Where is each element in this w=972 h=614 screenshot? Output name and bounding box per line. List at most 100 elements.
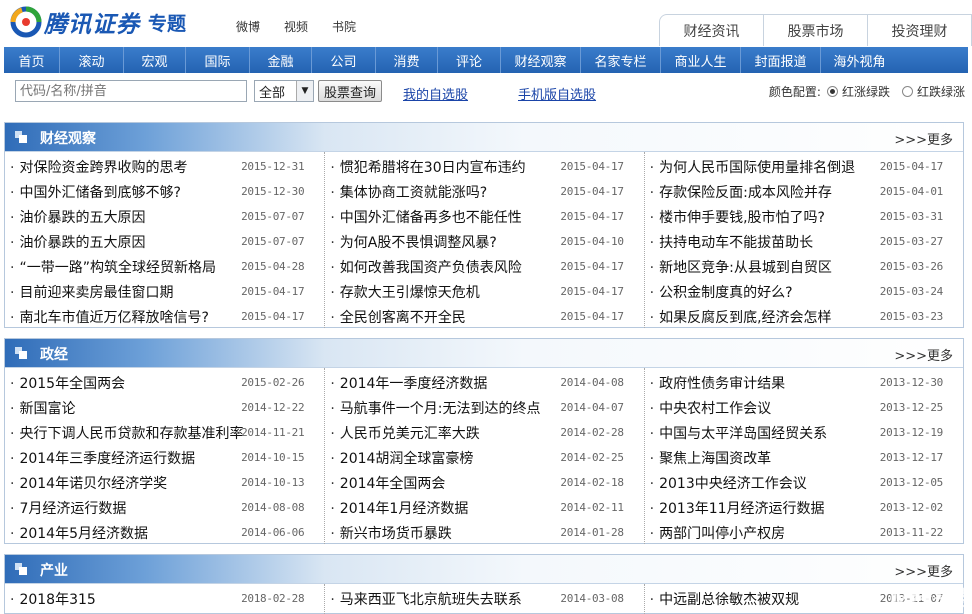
list-item: 两部门叫停小产权房 2013-11-22 bbox=[645, 519, 963, 544]
nav-item[interactable]: 金融 bbox=[250, 47, 312, 73]
list-item: 聚焦上海国资改革 2013-12-17 bbox=[645, 444, 963, 469]
section-header: 政经 >>>更多 bbox=[5, 339, 963, 368]
radio-red-down[interactable] bbox=[901, 86, 913, 97]
nav-item[interactable]: 宏观 bbox=[124, 47, 186, 73]
nav-item[interactable]: 财经观察 bbox=[501, 47, 581, 73]
article-link[interactable]: 马来西亚飞北京航班失去联系 bbox=[330, 589, 522, 609]
nav-item[interactable]: 封面报道 bbox=[741, 47, 821, 73]
article-link[interactable]: 2014年一季度经济数据 bbox=[330, 373, 488, 393]
radio-red-up[interactable] bbox=[826, 86, 838, 97]
nav-item[interactable]: 滚动 bbox=[60, 47, 124, 73]
nav-item[interactable]: 商业人生 bbox=[661, 47, 741, 73]
article-link[interactable]: 存款大王引爆惊天危机 bbox=[330, 282, 480, 302]
article-link[interactable]: 政府性债务审计结果 bbox=[650, 373, 785, 393]
nav-item[interactable]: 首页 bbox=[4, 47, 60, 73]
my-watchlist-link[interactable]: 我的自选股 bbox=[403, 84, 468, 103]
article-link[interactable]: 油价暴跌的五大原因 bbox=[10, 207, 145, 227]
list-item: 2018年315 2018-02-28 bbox=[5, 585, 324, 610]
nav-item[interactable]: 海外视角 bbox=[821, 47, 898, 73]
market-select[interactable]: 全部 ▼ bbox=[254, 80, 314, 102]
list-item: 2014年一季度经济数据 2014-04-08 bbox=[325, 369, 643, 394]
stock-query-button[interactable]: 股票查询 bbox=[318, 80, 382, 102]
article-column: 政府性债务审计结果 2013-12-30 中央农村工作会议 2013-12-25 中国与… bbox=[643, 368, 963, 544]
article-date: 2015-04-10 bbox=[560, 235, 624, 248]
article-link[interactable]: 全民创客离不开全民 bbox=[330, 307, 466, 327]
article-link[interactable]: 公积金制度真的好么? bbox=[650, 282, 792, 302]
article-link[interactable]: 中央农村工作会议 bbox=[650, 398, 771, 418]
article-link[interactable]: 中国外汇储备再多也不能任性 bbox=[330, 207, 522, 227]
weibo-link[interactable]: 微博 bbox=[236, 18, 260, 35]
chevron-down-icon[interactable]: ▼ bbox=[296, 81, 313, 101]
article-link[interactable]: 中国外汇储备到底够不够? bbox=[10, 182, 180, 202]
list-item: 惯犯希腊将在30日内宣布违约 2015-04-17 bbox=[325, 153, 643, 178]
list-item: 对保险资金跨界收购的思考 2015-12-31 bbox=[5, 153, 324, 178]
nav-item[interactable]: 名家专栏 bbox=[581, 47, 661, 73]
article-link[interactable]: 中远副总徐敏杰被双规 bbox=[650, 589, 799, 609]
article-link[interactable]: 两部门叫停小产权房 bbox=[650, 523, 785, 543]
article-link[interactable]: 2014年全国两会 bbox=[330, 473, 446, 493]
academy-link[interactable]: 书院 bbox=[332, 18, 356, 35]
section-panel: 政经 >>>更多 2015年全国两会 2015-02-26 新国富论 2014-12-22… bbox=[4, 338, 964, 544]
tencent-logo-icon bbox=[10, 6, 42, 38]
more-link[interactable]: >>>更多 bbox=[894, 345, 953, 364]
article-link[interactable]: 2018年315 bbox=[10, 589, 95, 609]
article-link[interactable]: 存款保险反面:成本风险并存 bbox=[650, 182, 832, 202]
article-link[interactable]: 2014年5月经济数据 bbox=[10, 523, 148, 543]
article-link[interactable]: 目前迎来卖房最佳窗口期 bbox=[10, 282, 173, 302]
article-link[interactable]: 7月经济运行数据 bbox=[10, 498, 126, 518]
tab-investment[interactable]: 投资理财 bbox=[867, 14, 972, 46]
channel-tabs: 财经资讯 股票市场 投资理财 bbox=[659, 14, 972, 46]
more-link[interactable]: >>>更多 bbox=[894, 561, 953, 580]
list-item: 2014年三季度经济运行数据 2014-10-15 bbox=[5, 444, 324, 469]
tencent-securities-logo[interactable]: 腾讯证券 专题 bbox=[10, 5, 186, 39]
article-link[interactable]: 集体协商工资就能涨吗? bbox=[330, 182, 487, 202]
article-link[interactable]: 2013中央经济工作会议 bbox=[650, 473, 807, 493]
article-link[interactable]: 2013年11月经济运行数据 bbox=[650, 498, 824, 518]
nav-item[interactable]: 公司 bbox=[312, 47, 376, 73]
tab-stock-market[interactable]: 股票市场 bbox=[763, 14, 868, 46]
article-link[interactable]: 油价暴跌的五大原因 bbox=[10, 232, 145, 252]
article-link[interactable]: “一带一路”构筑全球经贸新格局 bbox=[10, 257, 216, 277]
more-link[interactable]: >>>更多 bbox=[894, 129, 953, 148]
article-link[interactable]: 惯犯希腊将在30日内宣布违约 bbox=[330, 157, 526, 177]
article-link[interactable]: 聚焦上海国资改革 bbox=[650, 448, 771, 468]
article-link[interactable]: 2014年三季度经济运行数据 bbox=[10, 448, 195, 468]
article-link[interactable]: 如何改善我国资产负债表风险 bbox=[330, 257, 522, 277]
article-date: 2015-04-28 bbox=[241, 260, 305, 273]
article-link[interactable]: 2014年诺贝尔经济学奖 bbox=[10, 473, 167, 493]
list-item: 新兴市场货币暴跌 2014-01-28 bbox=[325, 519, 643, 544]
article-column: 2018年315 2018-02-28 bbox=[5, 584, 324, 614]
article-link[interactable]: 2014胡润全球富豪榜 bbox=[330, 448, 474, 468]
list-item: 马航事件一个月:无法到达的终点 2014-04-07 bbox=[325, 394, 643, 419]
article-link[interactable]: 如果反腐反到底,经济会怎样 bbox=[650, 307, 831, 327]
article-link[interactable]: 对保险资金跨界收购的思考 bbox=[10, 157, 187, 177]
top-links: 微博 视频 书院 bbox=[236, 18, 356, 35]
article-link[interactable]: 新国富论 bbox=[10, 398, 75, 418]
article-link[interactable]: 为何人民币国际使用量排名倒退 bbox=[650, 157, 855, 177]
article-date: 2014-08-08 bbox=[241, 501, 305, 514]
nav-item[interactable]: 评论 bbox=[438, 47, 501, 73]
list-item: 油价暴跌的五大原因 2015-07-07 bbox=[5, 203, 324, 228]
article-link[interactable]: 南北车市值近万亿释放啥信号? bbox=[10, 307, 208, 327]
article-link[interactable]: 马航事件一个月:无法到达的终点 bbox=[330, 398, 541, 418]
article-link[interactable]: 扶持电动车不能拔苗助长 bbox=[650, 232, 813, 252]
article-date: 2013-12-17 bbox=[879, 451, 944, 464]
article-link[interactable]: 新地区竞争:从县城到自贸区 bbox=[650, 257, 832, 277]
article-link[interactable]: 新兴市场货币暴跌 bbox=[330, 523, 452, 543]
tab-finance-news[interactable]: 财经资讯 bbox=[659, 14, 764, 46]
article-date: 2014-06-06 bbox=[241, 526, 305, 539]
article-link[interactable]: 中国与太平洋岛国经贸关系 bbox=[650, 423, 827, 443]
nav-item[interactable]: 国际 bbox=[186, 47, 250, 73]
article-link[interactable]: 楼市伸手要钱,股市怕了吗? bbox=[650, 207, 825, 227]
article-link[interactable]: 人民币兑美元汇率大跌 bbox=[330, 423, 480, 443]
list-item: 人民币兑美元汇率大跌 2014-02-28 bbox=[325, 419, 643, 444]
article-columns: 对保险资金跨界收购的思考 2015-12-31 中国外汇储备到底够不够? 2015-1… bbox=[5, 152, 963, 328]
video-link[interactable]: 视频 bbox=[284, 18, 308, 35]
article-link[interactable]: 为何A股不畏惧调整风暴? bbox=[330, 232, 497, 252]
nav-item[interactable]: 消费 bbox=[376, 47, 438, 73]
stock-search-input[interactable] bbox=[15, 80, 247, 102]
article-link[interactable]: 央行下调人民币贷款和存款基准利率 bbox=[10, 423, 243, 443]
article-link[interactable]: 2014年1月经济数据 bbox=[330, 498, 469, 518]
article-link[interactable]: 2015年全国两会 bbox=[10, 373, 125, 393]
mobile-watchlist-link[interactable]: 手机版自选股 bbox=[518, 84, 596, 103]
